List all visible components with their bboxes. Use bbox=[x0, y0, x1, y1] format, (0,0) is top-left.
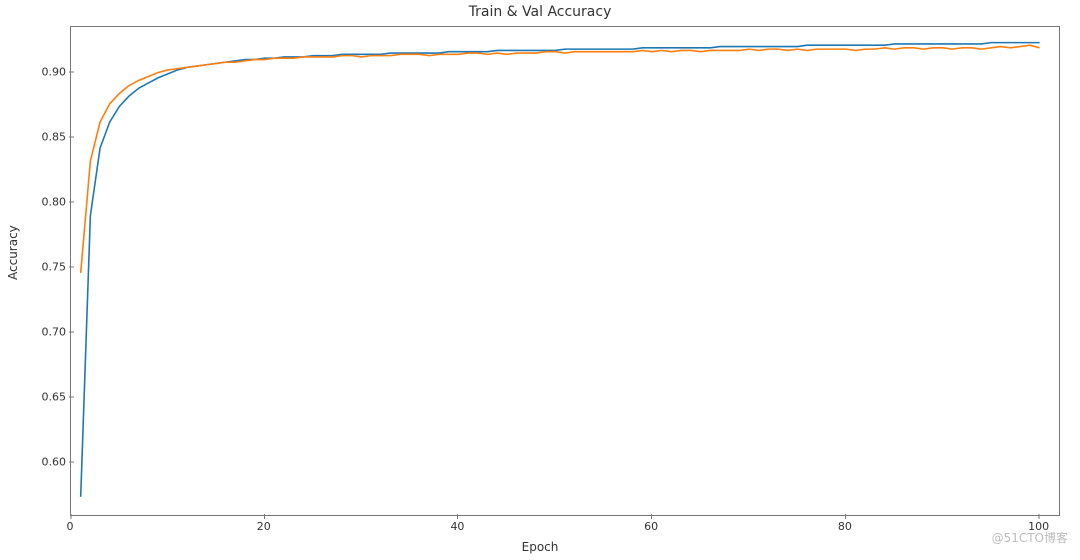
y-tick: 0.60 bbox=[16, 455, 66, 468]
x-tick: 80 bbox=[838, 520, 852, 533]
x-tick: 20 bbox=[257, 520, 271, 533]
chart-title: Train & Val Accuracy bbox=[0, 4, 1080, 20]
line-val bbox=[81, 45, 1040, 273]
chart-lines bbox=[71, 27, 1059, 515]
y-tick: 0.85 bbox=[16, 130, 66, 143]
watermark: @51CTO博客 bbox=[992, 529, 1068, 546]
y-tick: 0.75 bbox=[16, 260, 66, 273]
plot-area bbox=[70, 26, 1060, 516]
x-tick: 60 bbox=[644, 520, 658, 533]
y-tick: 0.80 bbox=[16, 195, 66, 208]
x-tick: 40 bbox=[450, 520, 464, 533]
y-tick: 0.90 bbox=[16, 65, 66, 78]
y-tick: 0.65 bbox=[16, 390, 66, 403]
line-train bbox=[81, 43, 1040, 497]
y-tick: 0.70 bbox=[16, 325, 66, 338]
x-axis-label: Epoch bbox=[0, 540, 1080, 554]
x-tick: 0 bbox=[67, 520, 74, 533]
